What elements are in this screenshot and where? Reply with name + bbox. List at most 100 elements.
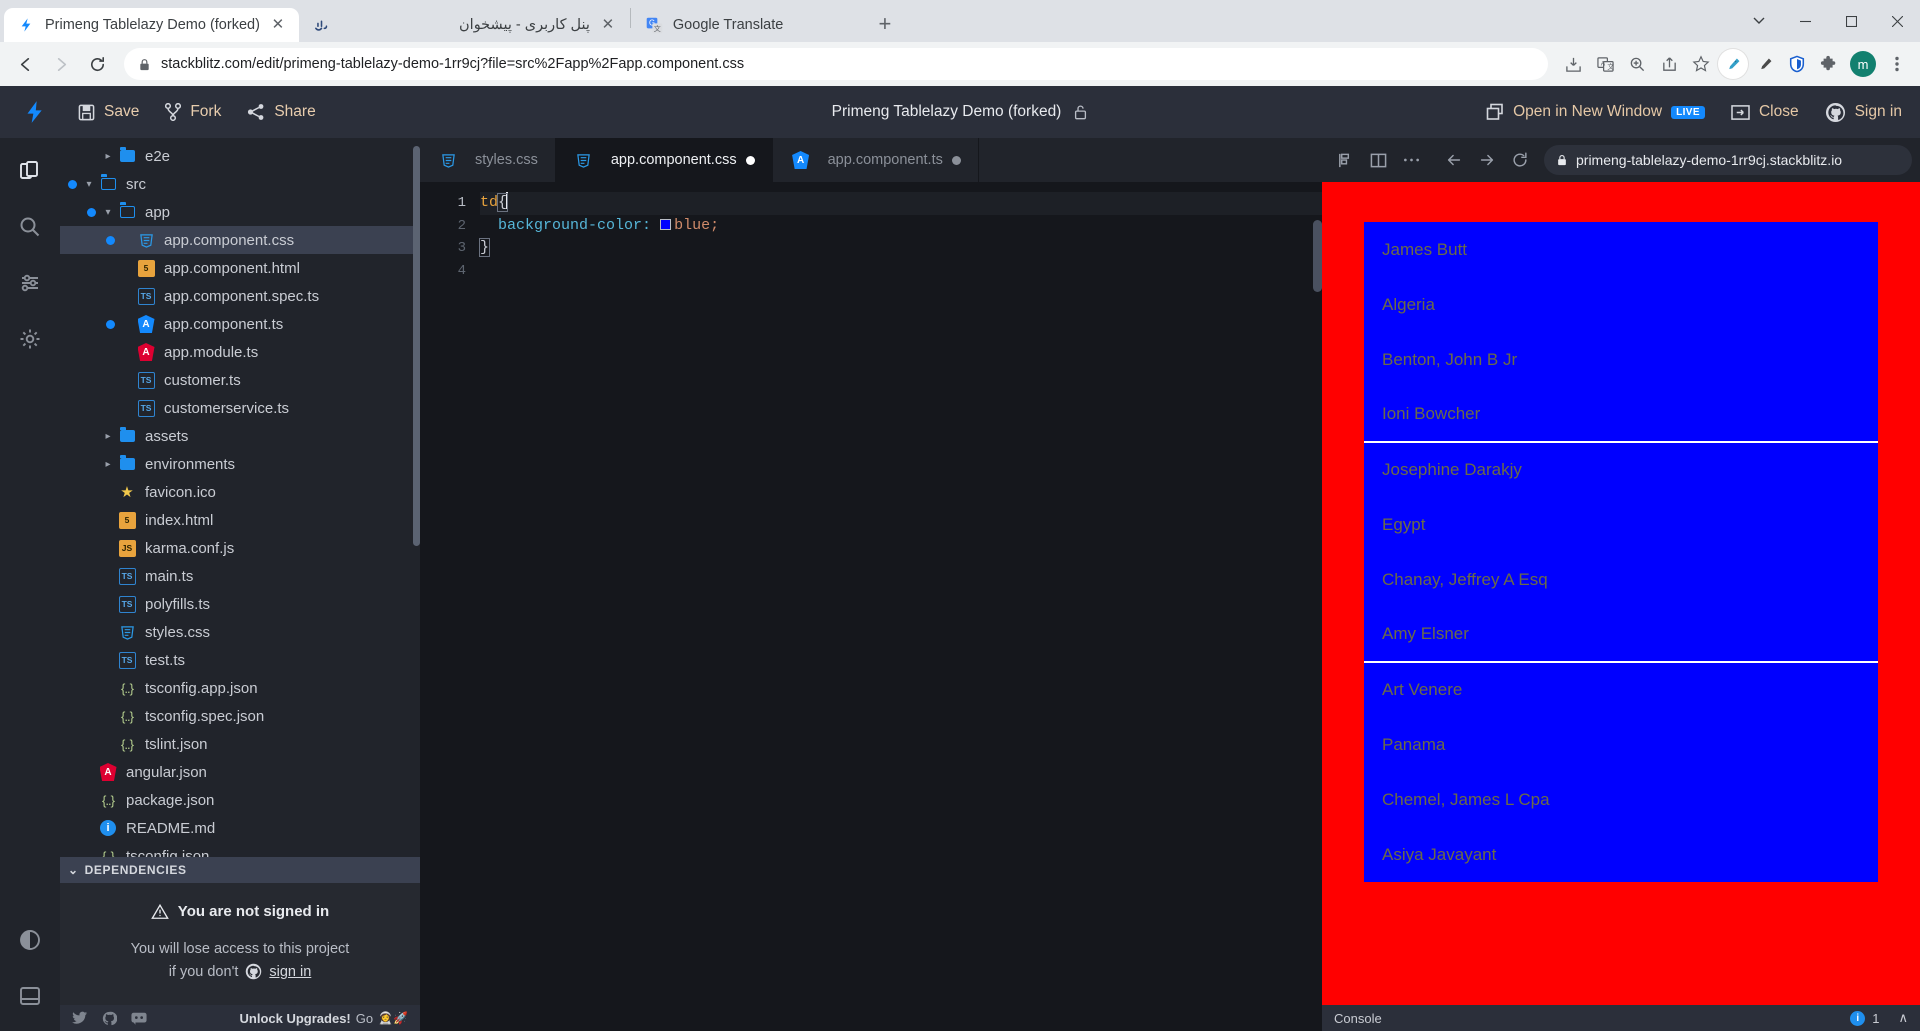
- close-panel-button[interactable]: Close: [1731, 103, 1799, 121]
- table-row[interactable]: Asiya Javayant: [1364, 827, 1878, 882]
- chevron-right-icon[interactable]: ▸: [100, 431, 116, 442]
- file-tree-row[interactable]: styles.css: [60, 618, 420, 646]
- file-tree-row[interactable]: ▾ src: [60, 170, 420, 198]
- discord-icon[interactable]: [131, 1012, 147, 1025]
- zenmate-shield-icon[interactable]: [1782, 49, 1812, 79]
- open-in-new-window-button[interactable]: Open in New Window LIVE: [1486, 103, 1705, 121]
- preview-forward-button[interactable]: [1472, 145, 1502, 175]
- sign-in-link[interactable]: sign in: [269, 961, 311, 983]
- file-tree-row[interactable]: TS customerservice.ts: [60, 394, 420, 422]
- save-button[interactable]: Save: [78, 103, 139, 121]
- file-tree-row[interactable]: app.component.css: [60, 226, 420, 254]
- preview-back-button[interactable]: [1439, 145, 1469, 175]
- theme-contrast-icon[interactable]: [13, 923, 47, 957]
- search-icon[interactable]: [13, 210, 47, 244]
- file-tree-row[interactable]: ★ favicon.ico: [60, 478, 420, 506]
- browser-tab-2[interactable]: G 文 Google Translate: [632, 8, 862, 42]
- format-code-icon[interactable]: [1330, 145, 1360, 175]
- file-tree-row[interactable]: JS karma.conf.js: [60, 534, 420, 562]
- file-tree-row[interactable]: ▸ environments: [60, 450, 420, 478]
- share-button[interactable]: Share: [247, 103, 316, 121]
- maximize-window-button[interactable]: [1828, 0, 1874, 42]
- dependencies-section-header[interactable]: ⌄ DEPENDENCIES: [60, 857, 420, 884]
- file-tree-row[interactable]: ▸ e2e: [60, 142, 420, 170]
- zoom-icon[interactable]: [1622, 49, 1652, 79]
- file-tree-row[interactable]: {..} tsconfig.json: [60, 842, 420, 858]
- browser-tab-0[interactable]: Primeng Tablelazy Demo (forked) ✕: [4, 8, 299, 42]
- back-button[interactable]: [8, 47, 42, 81]
- close-window-button[interactable]: [1874, 0, 1920, 42]
- more-dots-icon[interactable]: [1396, 145, 1426, 175]
- file-tree-row[interactable]: Aapp.component.ts: [60, 310, 420, 338]
- minimize-window-button[interactable]: [1782, 0, 1828, 42]
- sign-in-button[interactable]: Sign in: [1825, 102, 1902, 123]
- avatar[interactable]: m: [1850, 51, 1876, 77]
- install-app-icon[interactable]: [1558, 49, 1588, 79]
- chevron-right-icon[interactable]: ▸: [100, 151, 116, 162]
- chevron-right-icon[interactable]: ▸: [100, 459, 116, 470]
- three-dot-menu-icon[interactable]: [1882, 49, 1912, 79]
- address-bar[interactable]: stackblitz.com/edit/primeng-tablelazy-de…: [124, 48, 1548, 80]
- chevron-up-icon[interactable]: ∧: [1898, 1010, 1908, 1026]
- file-tree-row[interactable]: {..} tslint.json: [60, 730, 420, 758]
- console-bar[interactable]: Console i 1 ∧: [1322, 1005, 1920, 1031]
- file-tree[interactable]: ▸ e2e ▾ src ▾ app app.component.css 5 app.compon…: [60, 138, 420, 857]
- bookmark-star-icon[interactable]: [1686, 49, 1716, 79]
- tab-search-button[interactable]: [1736, 0, 1782, 42]
- unlock-upgrades-promo[interactable]: Unlock Upgrades! Go 👩‍🚀🚀: [240, 1011, 408, 1026]
- eyedropper-active-icon[interactable]: [1718, 49, 1748, 79]
- file-tree-row[interactable]: i README.md: [60, 814, 420, 842]
- fork-button[interactable]: Fork: [165, 103, 221, 121]
- split-layout-icon[interactable]: [1363, 145, 1393, 175]
- code-area[interactable]: 1 2 3 4 td{ background-color: blue; }: [420, 182, 1322, 1031]
- file-tree-scrollbar[interactable]: [413, 146, 420, 546]
- editor-tab[interactable]: Aapp.component.ts: [773, 138, 979, 182]
- editor-tab-bar[interactable]: styles.css app.component.css Aapp.componen…: [420, 138, 1322, 182]
- table-row[interactable]: James Butt: [1364, 222, 1878, 277]
- file-tree-row[interactable]: TS test.ts: [60, 646, 420, 674]
- layout-panel-icon[interactable]: [13, 979, 47, 1013]
- gear-icon[interactable]: [13, 322, 47, 356]
- editor-tab[interactable]: styles.css: [420, 138, 556, 182]
- twitter-icon[interactable]: [72, 1011, 88, 1025]
- file-tree-row[interactable]: 5 app.component.html: [60, 254, 420, 282]
- chevron-down-icon[interactable]: ▾: [100, 207, 116, 218]
- table-row[interactable]: Josephine Darakjy: [1364, 442, 1878, 497]
- file-tree-row[interactable]: Aapp.module.ts: [60, 338, 420, 366]
- code-content[interactable]: td{ background-color: blue; }: [478, 182, 1322, 1031]
- github-icon[interactable]: [102, 1011, 117, 1026]
- reload-button[interactable]: [80, 47, 114, 81]
- eyedropper-icon[interactable]: [1750, 49, 1780, 79]
- preview-reload-button[interactable]: [1505, 145, 1535, 175]
- file-tree-row[interactable]: ▾ app: [60, 198, 420, 226]
- file-tree-row[interactable]: ▸ assets: [60, 422, 420, 450]
- preview-address-bar[interactable]: primeng-tablelazy-demo-1rr9cj.stackblitz…: [1544, 145, 1912, 175]
- table-row[interactable]: Panama: [1364, 717, 1878, 772]
- file-tree-row[interactable]: {..} package.json: [60, 786, 420, 814]
- file-tree-row[interactable]: TS main.ts: [60, 562, 420, 590]
- table-row[interactable]: Algeria: [1364, 277, 1878, 332]
- extensions-puzzle-icon[interactable]: [1814, 49, 1844, 79]
- file-tree-row[interactable]: TS polyfills.ts: [60, 590, 420, 618]
- table-row[interactable]: Chemel, James L Cpa: [1364, 772, 1878, 827]
- file-tree-row[interactable]: TS app.component.spec.ts: [60, 282, 420, 310]
- file-tree-row[interactable]: Aangular.json: [60, 758, 420, 786]
- table-row[interactable]: Egypt: [1364, 497, 1878, 552]
- file-tree-row[interactable]: {..} tsconfig.app.json: [60, 674, 420, 702]
- close-icon[interactable]: ✕: [599, 16, 617, 34]
- browser-tab-1[interactable]: پنل کاربری - پیشخوان ✕: [299, 8, 629, 42]
- files-icon[interactable]: [13, 154, 47, 188]
- file-tree-row[interactable]: TS customer.ts: [60, 366, 420, 394]
- color-swatch-icon[interactable]: [660, 218, 672, 230]
- share-icon[interactable]: [1654, 49, 1684, 79]
- chevron-down-icon[interactable]: ▾: [81, 179, 97, 190]
- editor-tab[interactable]: app.component.css: [555, 138, 773, 182]
- stackblitz-bolt-icon[interactable]: [18, 100, 52, 124]
- table-row[interactable]: Amy Elsner: [1364, 607, 1878, 663]
- settings-sliders-icon[interactable]: [13, 266, 47, 300]
- lock-open-icon[interactable]: [1073, 104, 1088, 120]
- table-row[interactable]: Ioni Bowcher: [1364, 387, 1878, 443]
- file-tree-row[interactable]: {..} tsconfig.spec.json: [60, 702, 420, 730]
- table-row[interactable]: Art Venere: [1364, 662, 1878, 717]
- table-row[interactable]: Chanay, Jeffrey A Esq: [1364, 552, 1878, 607]
